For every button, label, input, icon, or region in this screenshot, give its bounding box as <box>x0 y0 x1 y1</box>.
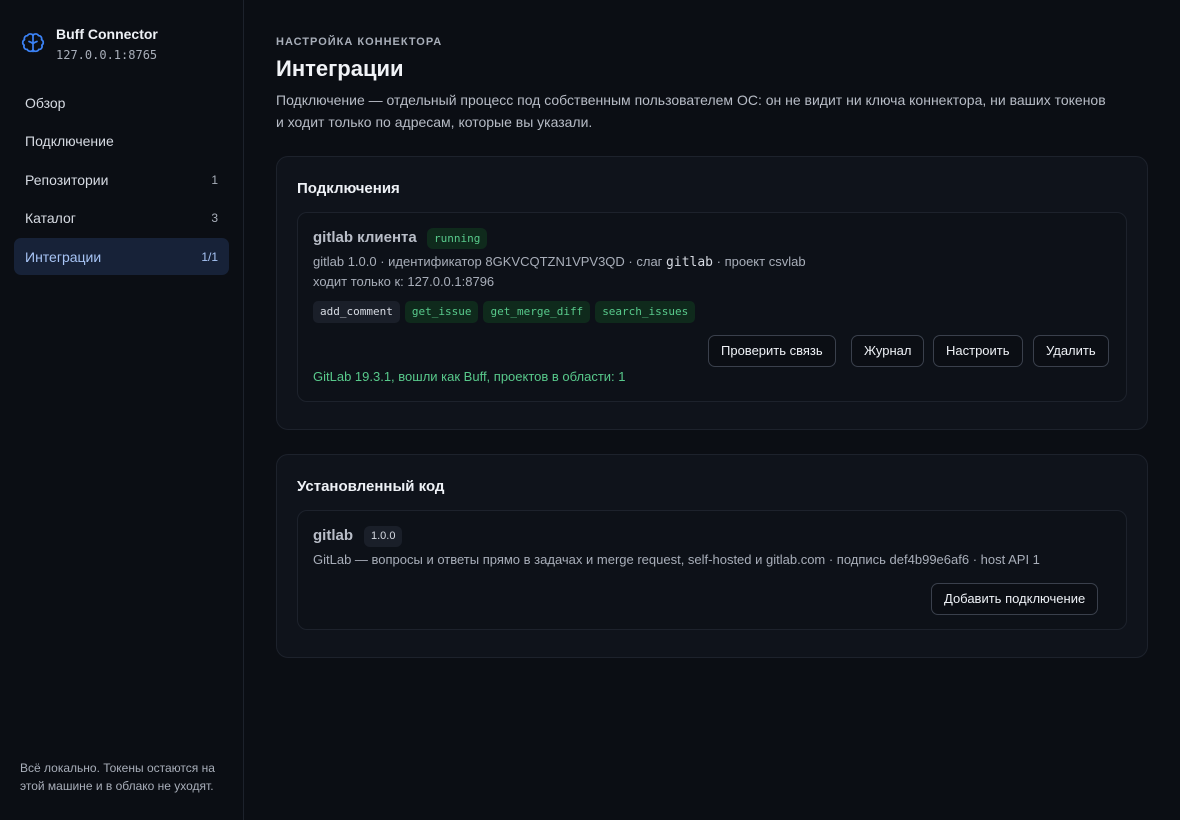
sidebar-item-catalog[interactable]: Каталог 3 <box>14 200 229 237</box>
page-description: Подключение — отдельный процесс под собс… <box>276 92 1106 130</box>
package-description: GitLab — вопросы и ответы прямо в задача… <box>313 552 1040 567</box>
connection-allowed-hosts: ходит только к: 127.0.0.1:8796 <box>313 274 495 289</box>
tool-chip: get_issue <box>404 301 479 323</box>
page-eyebrow: НАСТРОЙКА КОННЕКТОРА <box>276 36 443 48</box>
sidebar-item-connection[interactable]: Подключение <box>14 123 229 160</box>
sidebar-item-overview[interactable]: Обзор <box>14 84 229 121</box>
sidebar-item-label: Обзор <box>25 94 66 111</box>
check-result: GitLab 19.3.1, вошли как Buff, проектов … <box>313 369 626 384</box>
configure-button[interactable]: Настроить <box>933 335 1023 367</box>
connection-slug: gitlab <box>666 255 714 270</box>
page-title: Интеграции <box>276 56 404 81</box>
sidebar-item-count: 1 <box>211 172 218 187</box>
connection-name: gitlab клиента <box>313 229 417 246</box>
brand-title: Buff Connector <box>56 26 158 42</box>
tool-list: add_comment get_issue get_merge_diff sea… <box>313 301 696 323</box>
sidebar-item-label: Каталог <box>25 210 76 227</box>
sidebar-item-integrations[interactable]: Интеграции 1/1 <box>14 238 229 276</box>
installed-code-panel: Установленный код gitlab 1.0.0 GitLab — … <box>276 454 1148 658</box>
sidebar-footer-note: Всё локально. Токены остаются на этой ма… <box>20 761 215 793</box>
tool-chip: get_merge_diff <box>483 301 591 323</box>
brand-address: 127.0.0.1:8765 <box>56 48 158 62</box>
status-badge: running <box>427 228 488 249</box>
tool-chip: add_comment <box>313 301 400 323</box>
add-connection-button[interactable]: Добавить подключение <box>931 583 1099 615</box>
sidebar-item-label: Репозитории <box>25 171 109 188</box>
connection-meta-suffix: · проект csvlab <box>716 254 806 269</box>
connections-panel: Подключения gitlab клиента running gitla… <box>276 156 1148 430</box>
sidebar-item-repositories[interactable]: Репозитории 1 <box>14 161 229 198</box>
connection-card: gitlab клиента running gitlab 1.0.0 · ид… <box>297 212 1127 402</box>
package-name: gitlab <box>313 527 353 544</box>
package-card: gitlab 1.0.0 GitLab — вопросы и ответы п… <box>297 510 1127 630</box>
log-button[interactable]: Журнал <box>851 335 925 367</box>
installed-code-title: Установленный код <box>297 478 445 495</box>
sidebar-item-label: Интеграции <box>25 248 102 265</box>
check-connection-button[interactable]: Проверить связь <box>708 335 836 367</box>
tool-chip: search_issues <box>595 301 696 323</box>
version-badge: 1.0.0 <box>364 526 403 547</box>
sidebar-nav: Обзор Подключение Репозитории 1 Каталог … <box>14 84 229 277</box>
sidebar-item-count: 1/1 <box>201 249 218 264</box>
connection-meta-prefix: gitlab 1.0.0 · идентификатор 8GKVCQTZN1V… <box>313 254 663 269</box>
connections-title: Подключения <box>297 180 400 197</box>
connection-meta: gitlab 1.0.0 · идентификатор 8GKVCQTZN1V… <box>313 254 806 270</box>
brain-icon <box>21 33 45 53</box>
sidebar: Buff Connector 127.0.0.1:8765 Обзор Подк… <box>0 0 244 820</box>
sidebar-item-count: 3 <box>211 211 218 226</box>
sidebar-item-label: Подключение <box>25 133 114 150</box>
brand: Buff Connector 127.0.0.1:8765 <box>20 26 158 62</box>
delete-button[interactable]: Удалить <box>1033 335 1109 367</box>
